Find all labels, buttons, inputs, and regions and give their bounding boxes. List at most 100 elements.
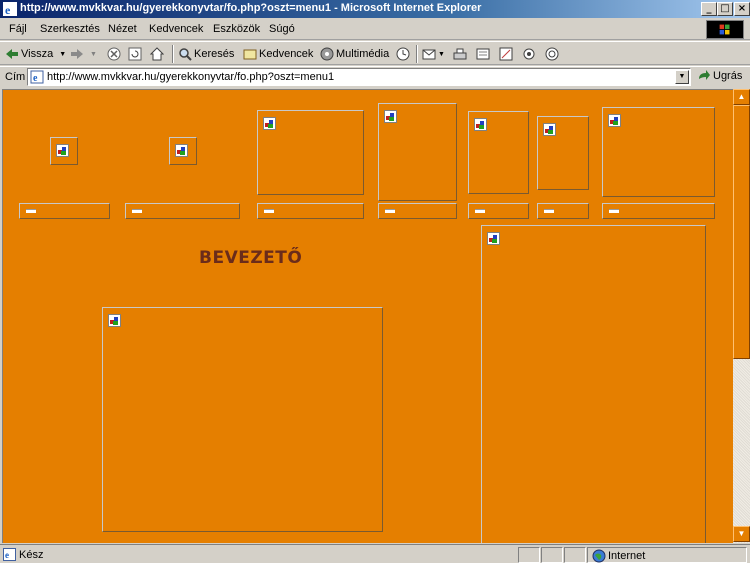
image-placeholder[interactable] bbox=[481, 225, 706, 543]
menu-link-placeholder[interactable] bbox=[378, 203, 457, 219]
search-icon bbox=[179, 48, 192, 61]
forward-arrow-icon bbox=[71, 49, 83, 59]
refresh-button[interactable] bbox=[128, 45, 144, 63]
image-placeholder[interactable] bbox=[50, 137, 78, 165]
favorites-label: Kedvencek bbox=[259, 48, 314, 60]
research-button[interactable] bbox=[545, 45, 561, 63]
menu-link-placeholder[interactable] bbox=[125, 203, 240, 219]
stop-button[interactable] bbox=[107, 45, 123, 63]
image-placeholder[interactable] bbox=[602, 107, 715, 197]
svg-text:e: e bbox=[5, 3, 11, 16]
zone-label: Internet bbox=[608, 550, 646, 562]
status-text: Kész bbox=[19, 549, 44, 561]
broken-image-icon bbox=[175, 144, 188, 157]
address-bar: Cím e http://www.mvkkvar.hu/gyerekkonyvt… bbox=[0, 66, 750, 88]
broken-image-icon bbox=[56, 144, 69, 157]
go-label: Ugrás bbox=[713, 70, 743, 82]
print-button[interactable] bbox=[453, 45, 469, 63]
broken-image-icon bbox=[264, 209, 274, 213]
history-button[interactable] bbox=[396, 45, 412, 63]
search-label: Keresés bbox=[194, 48, 235, 60]
research-icon bbox=[545, 47, 559, 61]
image-placeholder[interactable] bbox=[378, 103, 457, 201]
menu-help[interactable]: Súgó bbox=[269, 23, 295, 35]
address-dropdown-icon[interactable]: ▼ bbox=[675, 70, 689, 84]
broken-image-icon bbox=[609, 209, 619, 213]
image-placeholder[interactable] bbox=[537, 116, 589, 190]
standard-toolbar: Vissza ▼ ▼ Keresés Kedvencek Multimédia bbox=[0, 41, 750, 65]
status-pane bbox=[541, 547, 563, 563]
page-heading: BEVEZETŐ bbox=[199, 248, 303, 268]
broken-image-icon bbox=[384, 110, 397, 123]
toolbar-separator bbox=[416, 45, 418, 63]
home-icon bbox=[150, 47, 164, 61]
print-icon bbox=[453, 48, 467, 60]
vertical-scrollbar[interactable]: ▲ ▼ bbox=[733, 89, 750, 543]
scroll-down-icon[interactable]: ▼ bbox=[733, 526, 750, 542]
go-button[interactable]: Ugrás bbox=[697, 69, 742, 83]
media-button[interactable]: Multimédia bbox=[320, 45, 389, 63]
history-icon bbox=[396, 47, 410, 61]
go-arrow-icon bbox=[699, 70, 710, 80]
menu-file[interactable]: Fájl bbox=[9, 23, 27, 35]
back-dropdown-icon[interactable]: ▼ bbox=[59, 51, 66, 58]
address-url: http://www.mvkkvar.hu/gyerekkonyvtar/fo.… bbox=[47, 71, 335, 83]
messenger-icon bbox=[523, 48, 535, 60]
close-button[interactable]: × bbox=[734, 2, 750, 16]
menu-link-placeholder[interactable] bbox=[468, 203, 529, 219]
messenger-button[interactable] bbox=[522, 45, 538, 63]
menu-favorites[interactable]: Kedvencek bbox=[149, 23, 203, 35]
toolbar-separator bbox=[172, 45, 174, 63]
menu-edit[interactable]: Szerkesztés bbox=[40, 23, 100, 35]
image-placeholder[interactable] bbox=[169, 137, 197, 165]
edit-icon bbox=[476, 48, 490, 60]
image-placeholder[interactable] bbox=[468, 111, 529, 194]
back-arrow-icon bbox=[6, 49, 18, 59]
discuss-icon bbox=[499, 47, 513, 61]
menu-link-placeholder[interactable] bbox=[257, 203, 364, 219]
favorites-button[interactable]: Kedvencek bbox=[243, 45, 313, 63]
minimize-button[interactable]: _ bbox=[701, 2, 717, 16]
menu-tools[interactable]: Eszközök bbox=[213, 23, 260, 35]
menu-view[interactable]: Nézet bbox=[108, 23, 137, 35]
edit-button[interactable] bbox=[476, 45, 492, 63]
image-placeholder[interactable] bbox=[102, 307, 383, 532]
stop-icon bbox=[107, 47, 121, 61]
mail-button[interactable]: ▼ bbox=[422, 45, 445, 63]
mail-icon bbox=[422, 49, 436, 60]
media-icon bbox=[320, 47, 334, 61]
menu-link-placeholder[interactable] bbox=[19, 203, 110, 219]
broken-image-icon bbox=[263, 117, 276, 130]
status-bar: e Kész Internet bbox=[0, 544, 750, 563]
back-button[interactable]: Vissza ▼ bbox=[5, 45, 66, 63]
scroll-thumb[interactable] bbox=[733, 105, 750, 359]
broken-image-icon bbox=[608, 114, 621, 127]
refresh-icon bbox=[128, 47, 142, 61]
broken-image-icon bbox=[475, 209, 485, 213]
forward-button[interactable]: ▼ bbox=[70, 45, 97, 63]
internet-zone-icon bbox=[592, 549, 606, 563]
image-placeholder[interactable] bbox=[257, 110, 364, 195]
menu-link-placeholder[interactable] bbox=[602, 203, 715, 219]
window-title: http://www.mvkkvar.hu/gyerekkonyvtar/fo.… bbox=[20, 2, 482, 14]
address-input[interactable]: e http://www.mvkkvar.hu/gyerekkonyvtar/f… bbox=[27, 68, 691, 86]
browser-window: e http://www.mvkkvar.hu/gyerekkonyvtar/f… bbox=[0, 0, 750, 563]
scroll-up-icon[interactable]: ▲ bbox=[733, 89, 750, 105]
windows-logo-icon bbox=[706, 20, 744, 39]
menu-link-placeholder[interactable] bbox=[537, 203, 589, 219]
back-label: Vissza bbox=[21, 48, 54, 60]
discuss-button[interactable] bbox=[499, 45, 515, 63]
maximize-button[interactable]: □ bbox=[717, 2, 733, 16]
svg-text:e: e bbox=[33, 73, 38, 84]
mail-dropdown-icon[interactable]: ▼ bbox=[438, 51, 445, 58]
security-zone: Internet bbox=[592, 549, 645, 563]
title-bar[interactable]: e http://www.mvkkvar.hu/gyerekkonyvtar/f… bbox=[0, 0, 750, 18]
search-button[interactable]: Keresés bbox=[178, 45, 234, 63]
broken-image-icon bbox=[487, 232, 500, 245]
status-pane bbox=[564, 547, 586, 563]
home-button[interactable] bbox=[150, 45, 166, 63]
forward-dropdown-icon[interactable]: ▼ bbox=[90, 51, 97, 58]
broken-image-icon bbox=[544, 209, 554, 213]
broken-image-icon bbox=[26, 209, 36, 213]
menu-bar: Fájl Szerkesztés Nézet Kedvencek Eszközö… bbox=[0, 19, 750, 40]
